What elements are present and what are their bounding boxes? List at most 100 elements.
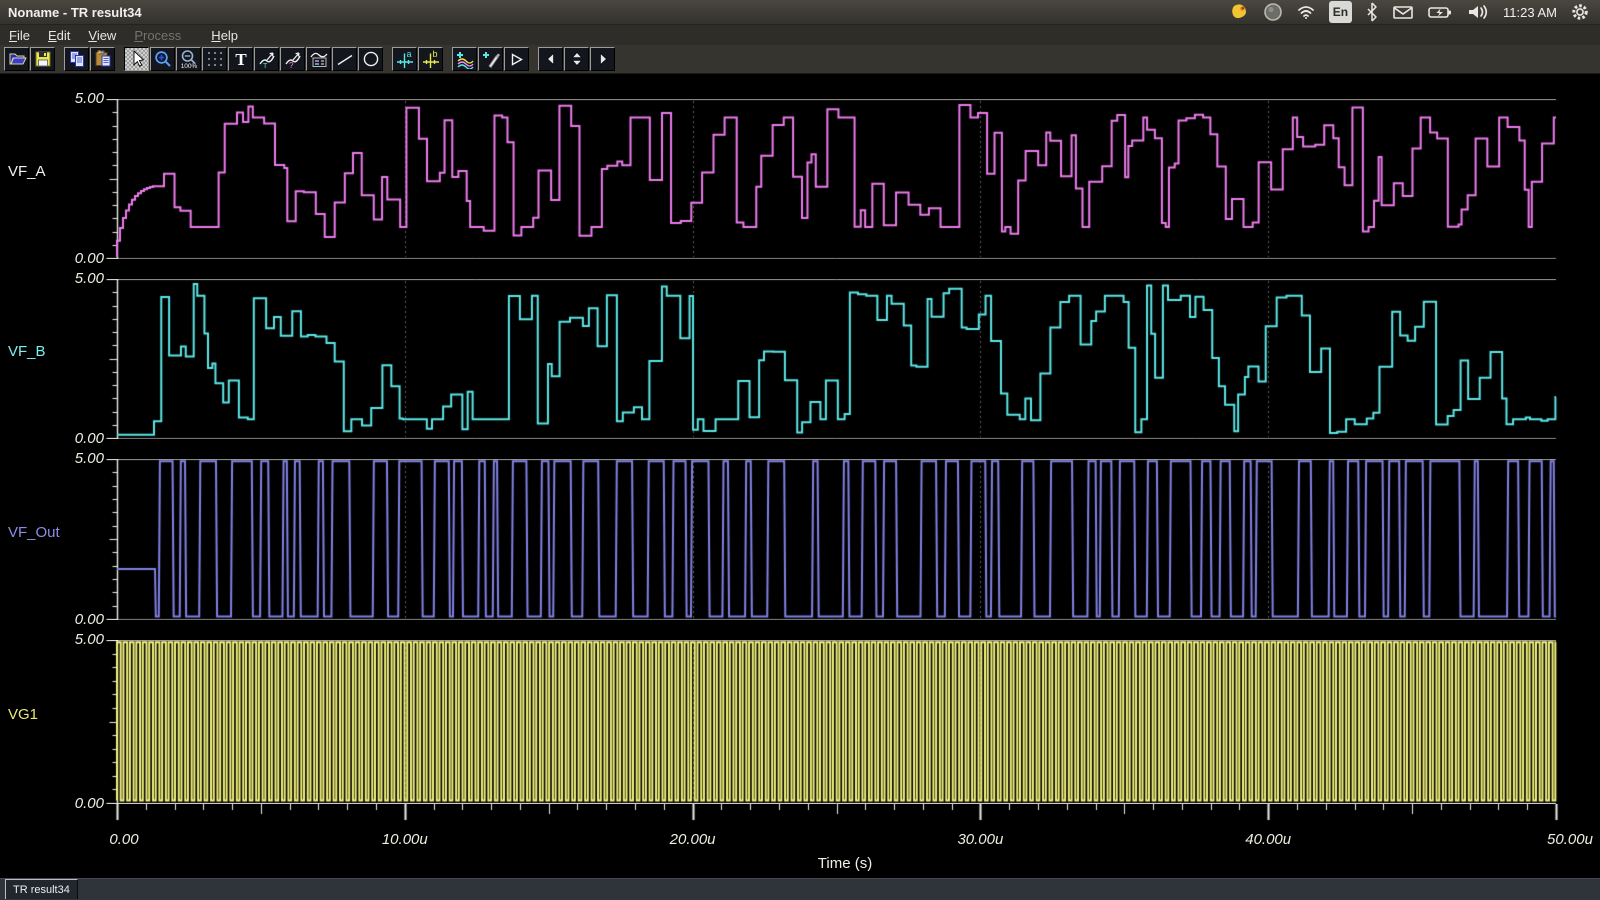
annotate-arrow-icon: T <box>257 49 277 69</box>
chat-icon[interactable] <box>1230 2 1250 22</box>
channel-label-vf_b: VF_B <box>8 343 46 360</box>
toolbar-button-axis-a[interactable]: a <box>392 47 417 71</box>
line-icon <box>335 49 355 69</box>
indicator-sphere-icon[interactable] <box>1263 2 1283 22</box>
save-icon <box>33 49 53 69</box>
toolbar-button-select[interactable] <box>124 47 149 71</box>
y-tick-label-top: 5.00 <box>52 631 104 648</box>
keyboard-layout-indicator[interactable]: En <box>1329 1 1352 23</box>
toolbar-separator <box>530 46 538 72</box>
toolbar-button-axis-b[interactable]: b <box>418 47 443 71</box>
menu-view[interactable]: View <box>79 26 125 45</box>
svg-text:b: b <box>432 49 437 59</box>
battery-icon[interactable] <box>1427 2 1453 22</box>
x-tick-label: 40.00u <box>1220 831 1316 848</box>
toolbar-separator <box>56 46 64 72</box>
waveform-pane-vf_out[interactable] <box>104 459 1564 620</box>
menu-file[interactable]: File <box>0 26 39 45</box>
svg-text:T: T <box>235 50 247 69</box>
toolbar-button-text[interactable]: T <box>228 47 253 71</box>
power-gear-icon[interactable] <box>1570 2 1590 22</box>
toolbar-separator <box>116 46 124 72</box>
y-tick-label-bottom: 0.00 <box>52 611 104 628</box>
toolbar-button-zoom-in[interactable] <box>150 47 175 71</box>
toolbar-button-copy[interactable] <box>64 47 89 71</box>
desktop-top-panel: Noname - TR result34 En <box>0 0 1600 25</box>
status-bar <box>0 878 1600 900</box>
system-tray: En 11:23 AM <box>1230 1 1600 23</box>
copy-icon <box>67 49 87 69</box>
x-tick-label: 10.00u <box>357 831 453 848</box>
y-tick-label-bottom: 0.00 <box>52 250 104 267</box>
probe-icon <box>481 49 501 69</box>
menu-bar: FileEditViewProcess Help <box>0 25 1600 45</box>
toolbar-button-zoom-reset[interactable]: 100% <box>176 47 201 71</box>
toolbar-button-page-scroll[interactable] <box>564 47 589 71</box>
bluetooth-icon[interactable] <box>1365 2 1379 22</box>
annotate-help-icon: ? <box>283 49 303 69</box>
channel-label-vg1: VG1 <box>8 706 38 723</box>
toolbar-button-open[interactable] <box>4 47 29 71</box>
page-prev-icon <box>541 49 561 69</box>
toolbar-button-paste[interactable] <box>90 47 115 71</box>
select-icon <box>127 49 147 69</box>
panel-clock[interactable]: 11:23 AM <box>1503 2 1557 22</box>
marker-icon <box>507 49 527 69</box>
add-curves-icon <box>455 49 475 69</box>
axis-a-icon: a <box>395 49 415 69</box>
waveform-pane-vg1[interactable] <box>104 640 1564 804</box>
svg-text:T: T <box>263 63 268 69</box>
result-tab[interactable]: TR result34 <box>5 879 78 899</box>
toolbar-button-annotate-arrow[interactable]: T <box>254 47 279 71</box>
waveform-pane-vf_a[interactable] <box>104 99 1564 259</box>
y-tick-label-bottom: 0.00 <box>52 430 104 447</box>
volume-icon[interactable] <box>1466 2 1490 22</box>
toolbar-button-grid <box>202 47 227 71</box>
toolbar-button-marker[interactable] <box>504 47 529 71</box>
toolbar-button-ellipse[interactable] <box>358 47 383 71</box>
toolbar-button-probe[interactable] <box>478 47 503 71</box>
zoom-in-icon <box>153 49 173 69</box>
page-next-icon <box>593 49 613 69</box>
zoom-reset-icon: 100% <box>179 49 199 69</box>
y-tick-label-top: 5.00 <box>52 270 104 287</box>
toolbar-separator <box>384 46 392 72</box>
svg-text:100%: 100% <box>180 63 197 69</box>
x-tick-label: 0.00 <box>76 831 172 848</box>
wifi-icon[interactable] <box>1296 2 1316 22</box>
mail-icon[interactable] <box>1392 2 1414 22</box>
application-window: Noname - TR result34 En <box>0 0 1600 900</box>
toolbar-button-line[interactable] <box>332 47 357 71</box>
toolbar-separator <box>444 46 452 72</box>
toolbar-button-save[interactable] <box>30 47 55 71</box>
toolbar-button-annotate-help[interactable]: ? <box>280 47 305 71</box>
result-tab-label: TR result34 <box>13 884 70 896</box>
text-icon: T <box>231 49 251 69</box>
menu-edit[interactable]: Edit <box>39 26 79 45</box>
grid-icon <box>205 49 225 69</box>
open-icon <box>7 49 27 69</box>
y-tick-label-top: 5.00 <box>52 90 104 107</box>
channel-label-vf_out: VF_Out <box>8 524 60 541</box>
channel-label-vf_a: VF_A <box>8 163 46 180</box>
menu-help[interactable]: Help <box>202 26 247 45</box>
page-scroll-icon <box>567 49 587 69</box>
toolbar-button-legend[interactable] <box>306 47 331 71</box>
window-title: Noname - TR result34 <box>8 5 142 20</box>
toolbar-button-page-next[interactable] <box>590 47 615 71</box>
svg-text:a: a <box>406 49 411 59</box>
svg-text:?: ? <box>289 61 294 69</box>
menu-process: Process <box>125 26 190 45</box>
x-tick-label: 30.00u <box>932 831 1028 848</box>
ellipse-icon <box>361 49 381 69</box>
toolbar-button-page-prev[interactable] <box>538 47 563 71</box>
axis-b-icon: b <box>421 49 441 69</box>
toolbar-button-add-curves[interactable] <box>452 47 477 71</box>
waveform-pane-vf_b[interactable] <box>104 279 1564 439</box>
y-tick-label-top: 5.00 <box>52 450 104 467</box>
y-tick-label-bottom: 0.00 <box>52 795 104 812</box>
x-axis-ticks <box>104 804 1564 826</box>
x-tick-label: 20.00u <box>645 831 741 848</box>
x-axis-title: Time (s) <box>775 855 915 872</box>
paste-icon <box>93 49 113 69</box>
